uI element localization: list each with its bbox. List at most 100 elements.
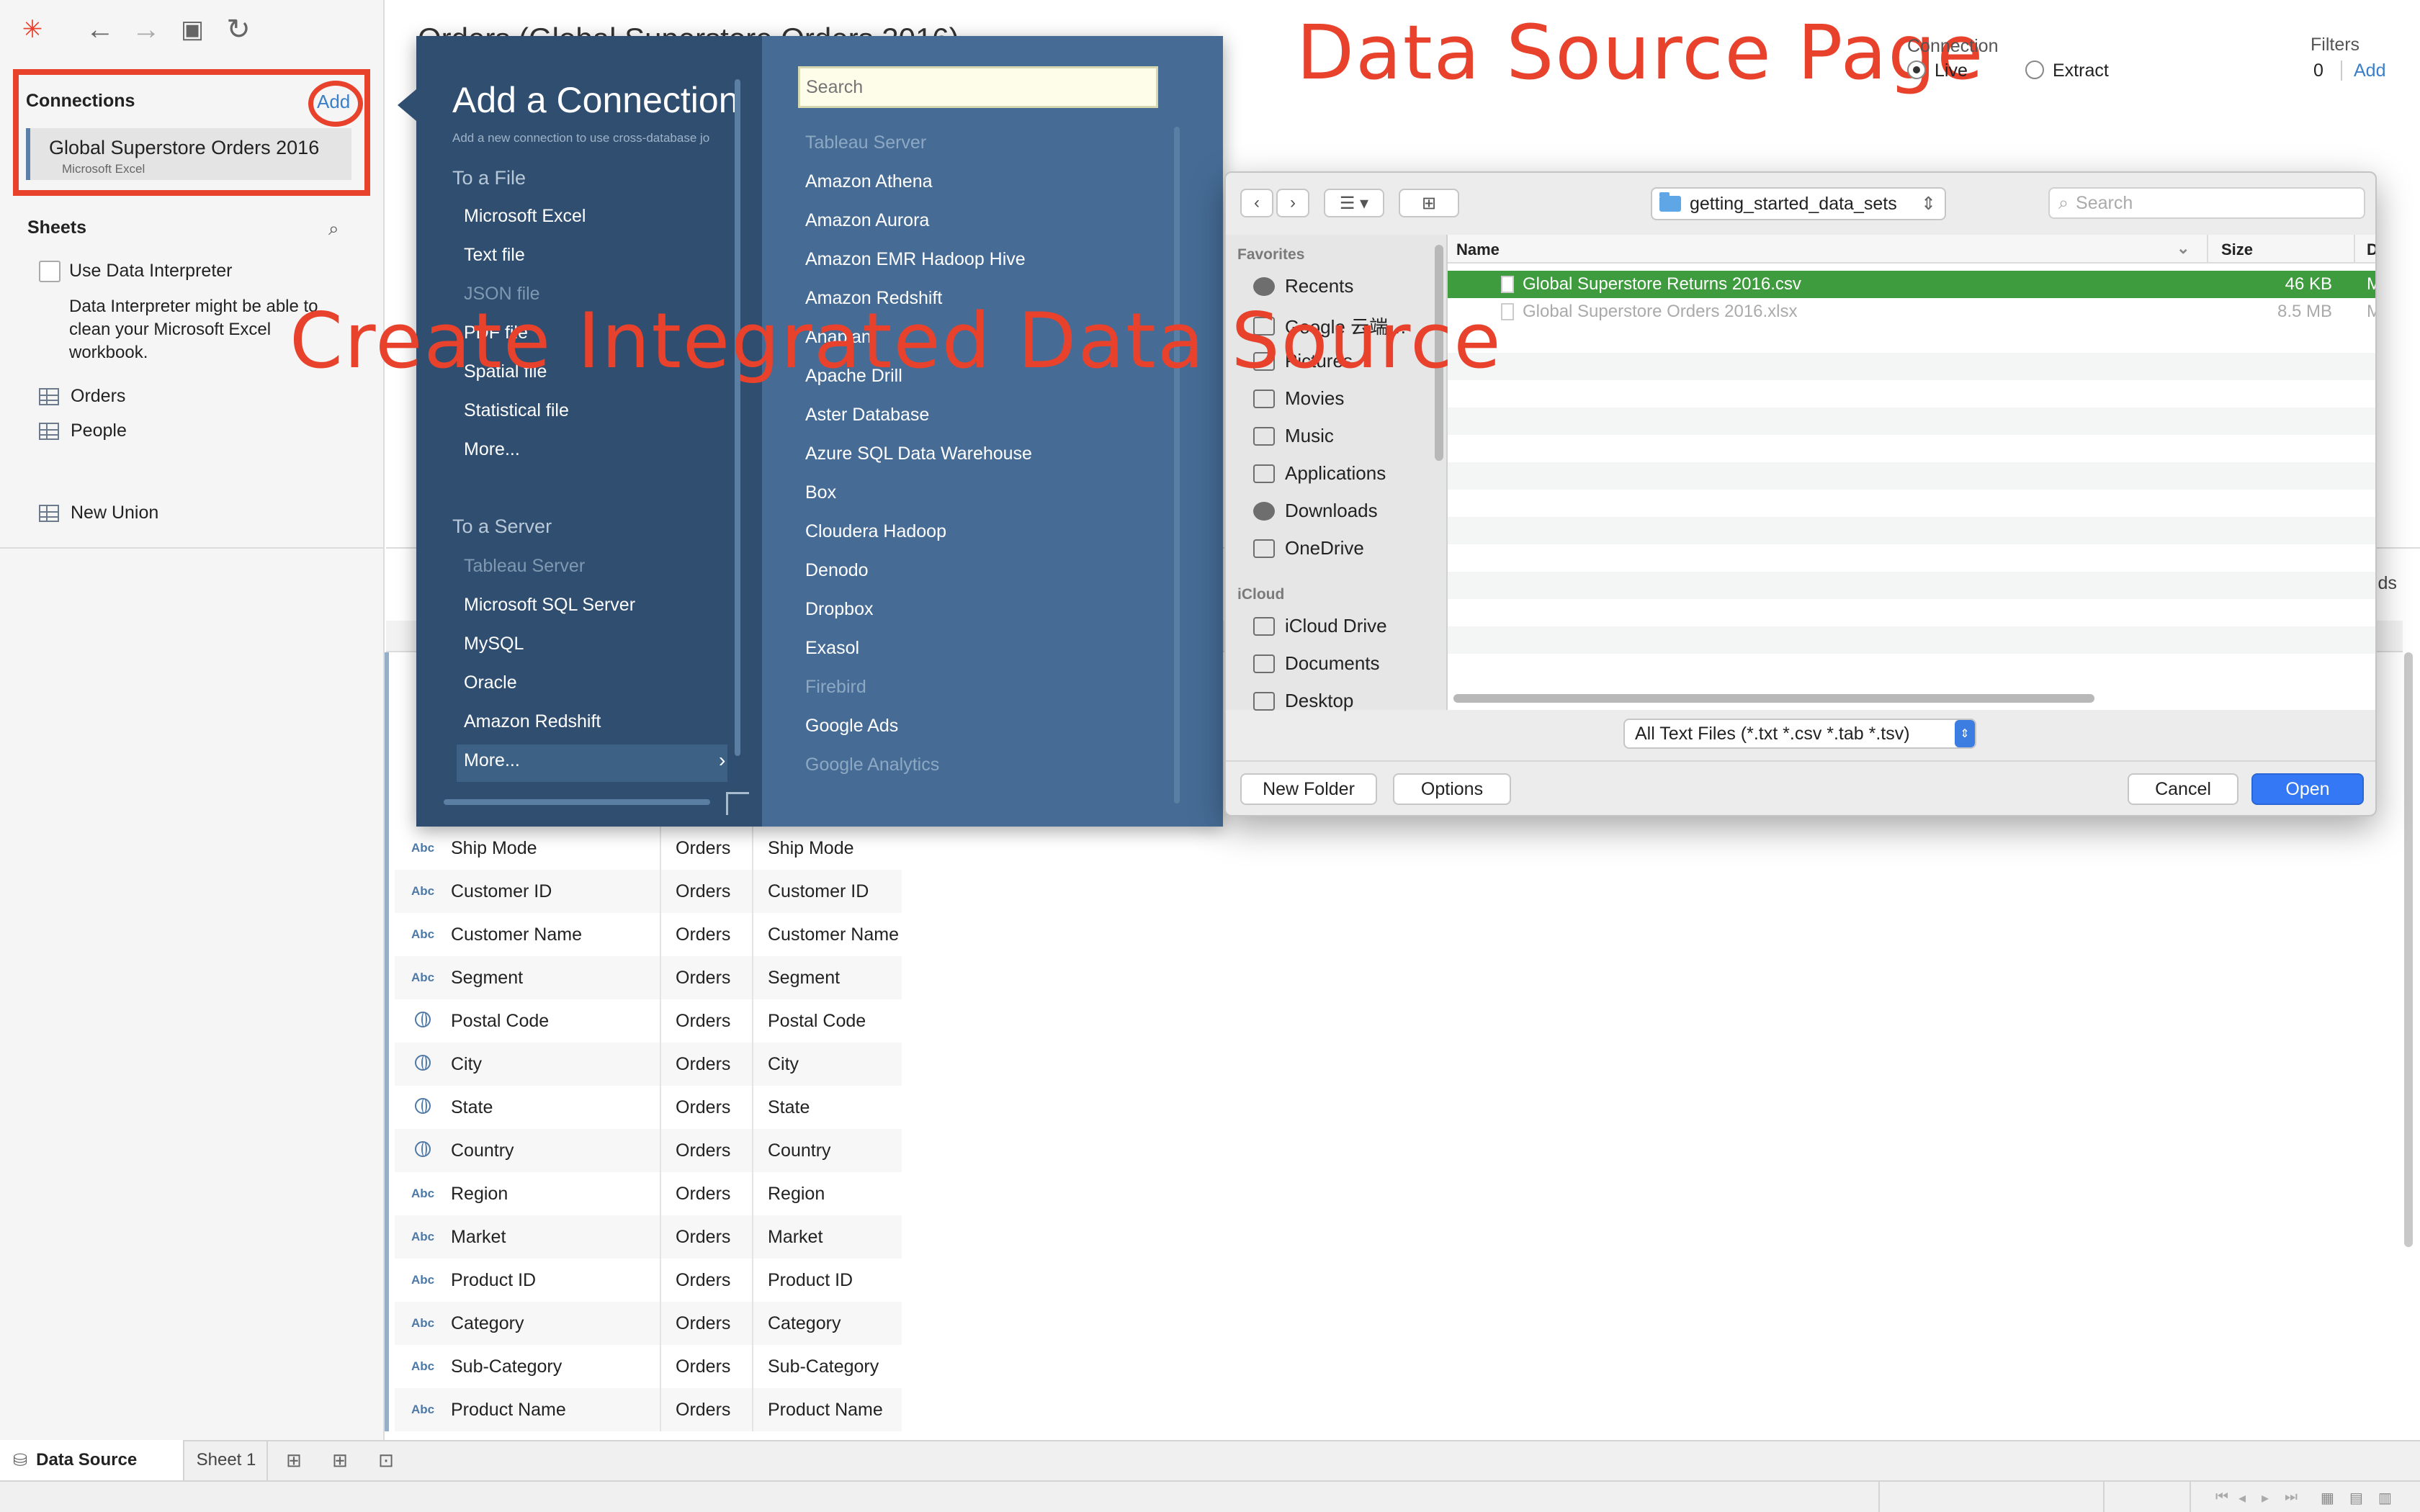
open-button[interactable]: Open bbox=[2251, 773, 2364, 805]
table-row[interactable]: Abc Segment Orders Segment bbox=[395, 956, 902, 999]
sidebar-item-icloud[interactable]: Documents bbox=[1253, 652, 1380, 675]
last-page-icon[interactable]: ⏭ bbox=[2285, 1489, 2298, 1506]
sidebar-item-favorite[interactable]: Applications bbox=[1253, 462, 1386, 485]
connector-list-scrollbar[interactable] bbox=[1174, 127, 1180, 804]
connection-item[interactable]: Global Superstore Orders 2016 Microsoft … bbox=[26, 128, 351, 180]
file-type-filter[interactable]: All Text Files (*.txt *.csv *.tab *.tsv) bbox=[1623, 719, 1976, 749]
globe-icon[interactable] bbox=[395, 1054, 451, 1074]
table-row[interactable]: Abc Product ID Orders Product ID bbox=[395, 1259, 902, 1302]
tab-sheet1[interactable]: Sheet 1 bbox=[186, 1440, 268, 1480]
string-type-icon[interactable]: Abc bbox=[395, 1316, 451, 1331]
server-connector-item[interactable]: Tableau Server bbox=[464, 556, 585, 577]
globe-icon[interactable] bbox=[395, 1011, 451, 1031]
sidebar-item-favorite[interactable]: Music bbox=[1253, 425, 1334, 447]
sidebar-item-favorite[interactable]: Recents bbox=[1253, 275, 1353, 297]
connector-item[interactable]: Dropbox bbox=[805, 599, 874, 620]
back-arrow-icon[interactable]: ← bbox=[84, 13, 117, 46]
server-connector-item[interactable]: Amazon Redshift bbox=[464, 711, 601, 732]
connector-item[interactable]: Amazon Aurora bbox=[805, 210, 929, 231]
connector-item[interactable]: Google Ads bbox=[805, 716, 898, 737]
size-column-header[interactable]: Size bbox=[2221, 240, 2253, 259]
grid-view-icon[interactable]: ▦ bbox=[2321, 1489, 2334, 1507]
sheet-item-people[interactable]: People bbox=[39, 420, 127, 441]
file-connector-item[interactable]: Microsoft Excel bbox=[464, 206, 586, 227]
file-list-hscrollbar[interactable] bbox=[1453, 694, 2094, 703]
table-row[interactable]: State Orders State bbox=[395, 1086, 902, 1129]
connector-item[interactable]: Denodo bbox=[805, 560, 869, 581]
folder-select[interactable]: getting_started_data_sets ⇕ bbox=[1651, 187, 1946, 220]
table-row[interactable]: Abc Region Orders Region bbox=[395, 1172, 902, 1215]
table-row[interactable]: City Orders City bbox=[395, 1043, 902, 1086]
server-connector-item[interactable]: More... bbox=[464, 750, 520, 771]
extract-radio[interactable] bbox=[2025, 60, 2044, 79]
dialog-back-button[interactable]: ‹ bbox=[1240, 189, 1273, 217]
table-row[interactable]: Country Orders Country bbox=[395, 1129, 902, 1172]
string-type-icon[interactable]: Abc bbox=[395, 927, 451, 942]
new-story-icon[interactable]: ⊡ bbox=[373, 1447, 399, 1473]
filters-add-link[interactable]: Add bbox=[2354, 60, 2385, 81]
table-row[interactable]: Abc Market Orders Market bbox=[395, 1215, 902, 1259]
connector-item[interactable]: Amazon Athena bbox=[805, 171, 933, 192]
connector-item[interactable]: Google Analytics bbox=[805, 755, 939, 775]
left-pane-scrollbar[interactable] bbox=[735, 79, 740, 756]
tabs-view-icon[interactable]: ▥ bbox=[2378, 1489, 2392, 1507]
new-union-item[interactable]: New Union bbox=[39, 503, 158, 523]
name-column-header[interactable]: Name bbox=[1456, 240, 1500, 259]
resize-corner-icon[interactable] bbox=[726, 792, 749, 815]
forward-arrow-icon[interactable]: → bbox=[130, 13, 163, 46]
server-connector-item[interactable]: Microsoft SQL Server bbox=[464, 595, 635, 616]
date-column-header[interactable]: D bbox=[2367, 240, 2375, 259]
globe-icon[interactable] bbox=[395, 1097, 451, 1117]
string-type-icon[interactable]: Abc bbox=[395, 884, 451, 899]
first-page-icon[interactable]: ⏮ bbox=[2215, 1489, 2228, 1506]
connector-item[interactable]: Firebird bbox=[805, 677, 866, 698]
next-page-icon[interactable]: ▸ bbox=[2262, 1489, 2269, 1507]
connector-item[interactable]: Tableau Server bbox=[805, 132, 926, 153]
server-connector-item[interactable]: MySQL bbox=[464, 634, 524, 654]
string-type-icon[interactable]: Abc bbox=[395, 1273, 451, 1287]
extract-label[interactable]: Extract bbox=[2053, 60, 2109, 81]
prev-page-icon[interactable]: ◂ bbox=[2238, 1489, 2246, 1507]
save-icon[interactable]: ▣ bbox=[176, 13, 209, 46]
dialog-search-input[interactable]: ⌕ Search bbox=[2048, 187, 2365, 219]
refresh-icon[interactable]: ↻ bbox=[222, 13, 255, 46]
file-row[interactable]: Global Superstore Returns 2016.csv bbox=[1501, 274, 1801, 294]
sidebar-item-favorite[interactable]: Movies bbox=[1253, 387, 1344, 410]
new-dashboard-icon[interactable]: ⊞ bbox=[327, 1447, 353, 1473]
cancel-button[interactable]: Cancel bbox=[2128, 773, 2238, 805]
file-connector-item[interactable]: Statistical file bbox=[464, 400, 569, 421]
sheet-item-orders[interactable]: Orders bbox=[39, 386, 125, 407]
live-label[interactable]: Live bbox=[1935, 60, 1968, 81]
connector-item[interactable]: Cloudera Hadoop bbox=[805, 521, 946, 542]
string-type-icon[interactable]: Abc bbox=[395, 971, 451, 985]
table-row[interactable]: Abc Ship Mode Orders Ship Mode bbox=[395, 827, 902, 870]
table-row[interactable]: Abc Customer Name Orders Customer Name bbox=[395, 913, 902, 956]
sidebar-item-icloud[interactable]: Desktop bbox=[1253, 690, 1353, 712]
file-connector-item[interactable]: More... bbox=[464, 439, 520, 460]
connector-item[interactable]: Box bbox=[805, 482, 836, 503]
left-pane-hscrollbar[interactable] bbox=[444, 799, 710, 805]
table-row[interactable]: Abc Product Name Orders Product Name bbox=[395, 1388, 902, 1431]
updown-icon[interactable]: ⇕ bbox=[1955, 720, 1975, 747]
table-row[interactable]: Postal Code Orders Postal Code bbox=[395, 999, 902, 1043]
view-mode-button[interactable]: ☰ ▾ bbox=[1324, 189, 1384, 217]
tab-data-source[interactable]: ⛁ Data Source bbox=[0, 1440, 184, 1480]
table-row[interactable]: Abc Sub-Category Orders Sub-Category bbox=[395, 1345, 902, 1388]
new-folder-icon-button[interactable]: ⊞ bbox=[1399, 189, 1459, 217]
string-type-icon[interactable]: Abc bbox=[395, 1230, 451, 1244]
live-radio[interactable] bbox=[1907, 60, 1926, 79]
string-type-icon[interactable]: Abc bbox=[395, 841, 451, 855]
connector-item[interactable]: Aster Database bbox=[805, 405, 929, 426]
string-type-icon[interactable]: Abc bbox=[395, 1403, 451, 1417]
file-connector-item[interactable]: Text file bbox=[464, 245, 525, 266]
connector-search-input[interactable] bbox=[798, 66, 1158, 108]
connector-item[interactable]: Azure SQL Data Warehouse bbox=[805, 444, 1032, 464]
new-folder-button[interactable]: New Folder bbox=[1240, 773, 1377, 805]
data-interpreter-label[interactable]: Use Data Interpreter bbox=[69, 261, 233, 282]
server-connector-item[interactable]: Oracle bbox=[464, 672, 517, 693]
search-icon[interactable]: ⌕ bbox=[328, 217, 339, 240]
dialog-forward-button[interactable]: › bbox=[1276, 189, 1309, 217]
table-row[interactable]: Abc Category Orders Category bbox=[395, 1302, 902, 1345]
data-interpreter-checkbox[interactable] bbox=[39, 261, 60, 282]
filmstrip-view-icon[interactable]: ▤ bbox=[2349, 1489, 2363, 1507]
